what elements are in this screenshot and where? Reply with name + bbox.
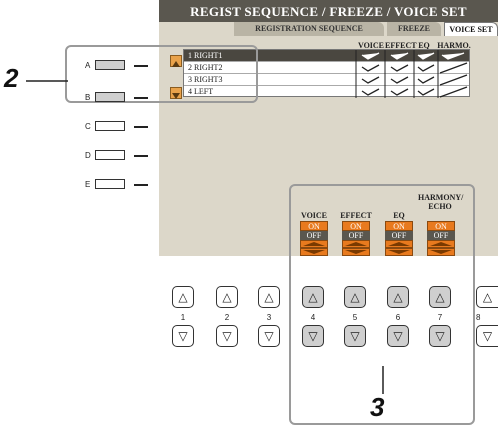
highlight-frame-ab (65, 45, 258, 103)
triangle-up-icon (300, 240, 328, 248)
tab-voice-set[interactable]: VOICE SET (444, 22, 498, 36)
button-4-down[interactable]: ▽ (302, 325, 324, 347)
button-6-down[interactable]: ▽ (387, 325, 409, 347)
tab-freeze[interactable]: FREEZE (387, 22, 441, 36)
page-title: REGIST SEQUENCE / FREEZE / VOICE SET (190, 4, 467, 19)
on-state: ON (385, 221, 413, 231)
side-connector (134, 126, 148, 128)
button-8-up[interactable]: △ (476, 286, 498, 308)
button-6-up[interactable]: △ (387, 286, 409, 308)
tab-registration-sequence[interactable]: REGISTRATION SEQUENCE (234, 22, 384, 36)
triangle-up-icon (427, 240, 455, 248)
triangle-down-icon (342, 248, 370, 256)
button-2-down[interactable]: ▽ (216, 325, 238, 347)
side-connector (134, 184, 148, 186)
lcd-header-bar: REGIST SEQUENCE / FREEZE / VOICE SET (159, 0, 498, 22)
knob-harmony-echo[interactable]: ON OFF (427, 221, 455, 256)
on-state: ON (300, 221, 328, 231)
side-button-c[interactable] (95, 121, 125, 131)
side-button-b[interactable] (95, 92, 125, 102)
callout-leader-line (26, 80, 68, 82)
button-5-up[interactable]: △ (344, 286, 366, 308)
button-number-1: 1 (180, 313, 186, 322)
callout-number-2: 2 (4, 63, 19, 93)
callout-leader-line (382, 366, 384, 394)
side-label-b: B (85, 93, 91, 102)
triangle-up-icon (342, 240, 370, 248)
triangle-down-icon (385, 248, 413, 256)
button-number-5: 5 (352, 313, 358, 322)
triangle-down-icon (427, 248, 455, 256)
knob-head-harmony-echo: HARMONY/ ECHO (418, 193, 464, 211)
button-7-down[interactable]: ▽ (429, 325, 451, 347)
off-state: OFF (427, 231, 455, 240)
button-number-8: 8 (476, 313, 481, 322)
side-connector (134, 65, 148, 67)
knob-eq[interactable]: ON OFF (385, 221, 413, 256)
knob-head-eq: EQ (393, 211, 405, 220)
side-button-e[interactable] (95, 179, 125, 189)
button-number-7: 7 (437, 313, 443, 322)
button-5-down[interactable]: ▽ (344, 325, 366, 347)
button-3-down[interactable]: ▽ (258, 325, 280, 347)
off-state: OFF (342, 231, 370, 240)
knob-head-effect: EFFECT (340, 211, 372, 220)
button-2-up[interactable]: △ (216, 286, 238, 308)
triangle-up-icon (385, 240, 413, 248)
side-button-d[interactable] (95, 150, 125, 160)
button-number-6: 6 (395, 313, 401, 322)
button-7-up[interactable]: △ (429, 286, 451, 308)
button-number-4: 4 (310, 313, 316, 322)
button-1-down[interactable]: ▽ (172, 325, 194, 347)
side-connector (134, 155, 148, 157)
button-8-down[interactable]: ▽ (476, 325, 498, 347)
button-3-up[interactable]: △ (258, 286, 280, 308)
side-label-c: C (85, 122, 91, 131)
on-state: ON (427, 221, 455, 231)
button-number-2: 2 (224, 313, 230, 322)
side-label-d: D (85, 151, 91, 160)
side-button-a[interactable] (95, 60, 125, 70)
button-4-up[interactable]: △ (302, 286, 324, 308)
triangle-down-icon (300, 248, 328, 256)
side-connector (134, 97, 148, 99)
side-label-e: E (85, 180, 91, 189)
off-state: OFF (300, 231, 328, 240)
knob-effect[interactable]: ON OFF (342, 221, 370, 256)
knob-voice[interactable]: ON OFF (300, 221, 328, 256)
side-label-a: A (85, 61, 91, 70)
on-state: ON (342, 221, 370, 231)
knob-head-voice: VOICE (300, 211, 328, 220)
button-number-3: 3 (266, 313, 272, 322)
off-state: OFF (385, 231, 413, 240)
button-1-up[interactable]: △ (172, 286, 194, 308)
callout-number-3: 3 (370, 392, 385, 422)
